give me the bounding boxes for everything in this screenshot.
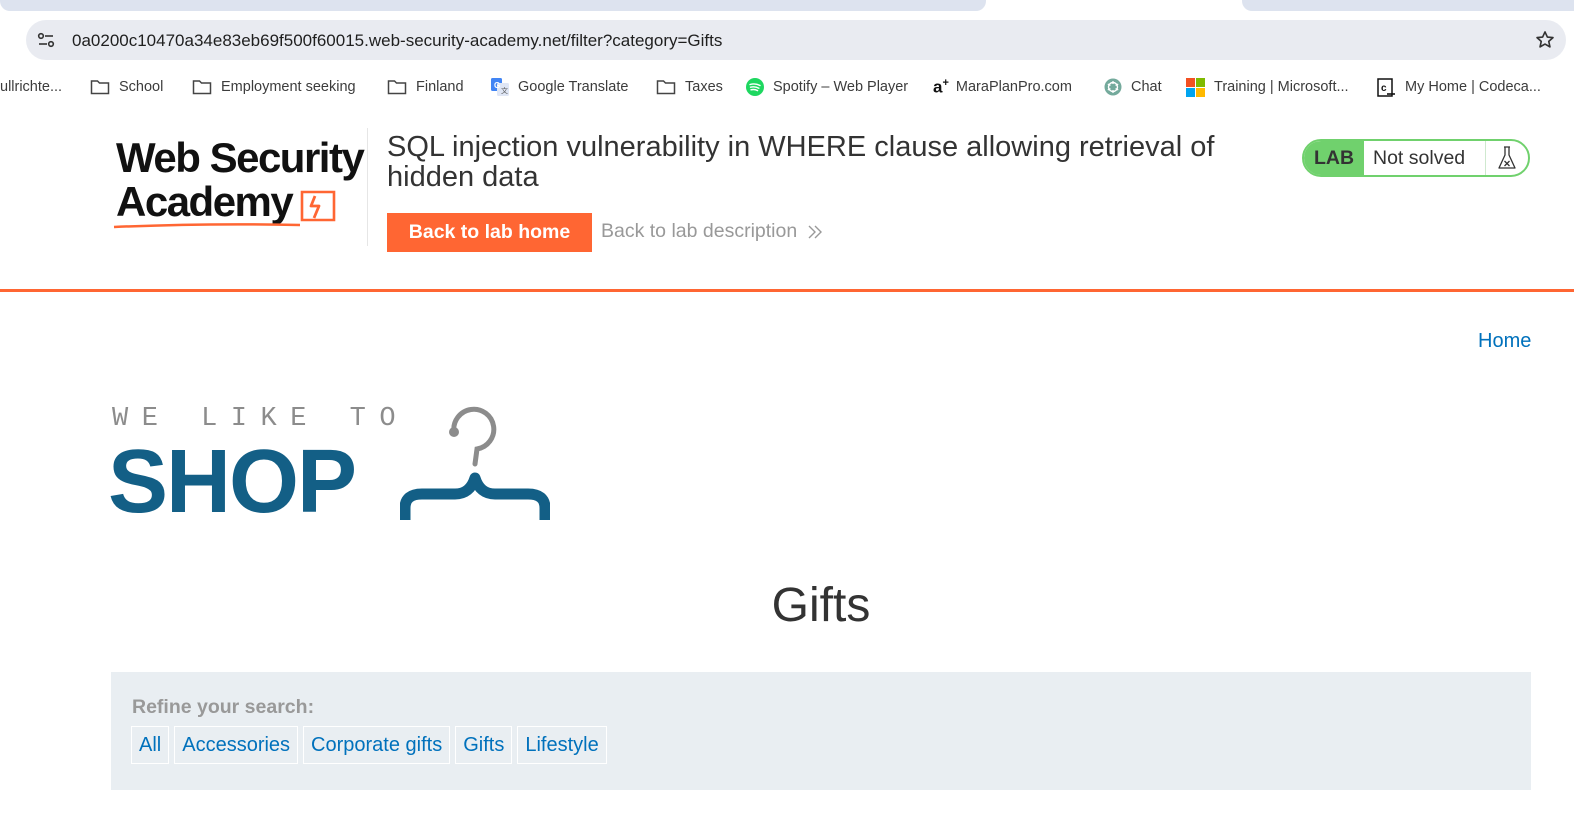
category-filter-gifts[interactable]: Gifts <box>455 726 513 764</box>
category-filter-lifestyle[interactable]: Lifestyle <box>517 726 607 764</box>
logo-lightning-mark-icon <box>300 190 336 222</box>
microsoft-icon <box>1186 77 1205 97</box>
back-to-lab-description-link[interactable]: Back to lab description <box>601 220 823 243</box>
svg-text:G: G <box>494 81 500 90</box>
logo-tagline: WE LIKE TO <box>112 404 410 434</box>
bookmark-label: School <box>119 79 164 95</box>
aplus-icon: a+ <box>933 76 949 97</box>
lab-header: Web Security Academy SQL injection vulne… <box>0 112 1574 292</box>
bookmark-maraplanpro[interactable]: a+ MaraPlanPro.com <box>933 72 1072 102</box>
site-settings-icon[interactable] <box>36 30 56 50</box>
bookmark-label: MaraPlanPro.com <box>955 79 1072 95</box>
bookmark-item[interactable]: ullrichte... <box>0 72 62 102</box>
google-translate-icon: G 文 <box>491 78 509 96</box>
double-chevron-right-icon <box>808 225 823 238</box>
flask-icon-container <box>1486 141 1528 175</box>
spotify-icon <box>746 78 764 96</box>
bookmark-label: Training | Microsoft... <box>1214 79 1349 95</box>
category-filters: All Accessories Corporate gifts Gifts Li… <box>131 726 612 764</box>
folder-icon <box>90 80 110 95</box>
category-filter-corporate-gifts[interactable]: Corporate gifts <box>303 726 451 764</box>
bookmark-folder-employment[interactable]: Employment seeking <box>192 72 356 102</box>
logo-line-1: Web Security <box>116 134 365 181</box>
bookmark-label: ullrichte... <box>0 79 63 95</box>
filter-panel: Refine your search: All Accessories Corp… <box>111 672 1531 790</box>
bookmark-folder-taxes[interactable]: Taxes <box>656 72 723 102</box>
bookmark-label: Chat <box>1131 79 1162 95</box>
logo-word: SHOP <box>108 432 357 532</box>
page-title: Gifts <box>771 579 871 632</box>
bookmark-google-translate[interactable]: G 文 Google Translate <box>491 72 628 102</box>
header-divider <box>367 128 368 246</box>
bookmark-microsoft-training[interactable]: Training | Microsoft... <box>1186 72 1349 102</box>
flask-icon <box>1498 146 1516 169</box>
bookmark-codecademy[interactable]: c My Home | Codeca... <box>1377 72 1541 102</box>
lab-status-widget: LAB Not solved <box>1302 139 1530 177</box>
category-filter-all[interactable]: All <box>131 726 170 764</box>
category-filter-accessories[interactable]: Accessories <box>174 726 299 764</box>
lab-title: SQL injection vulnerability in WHERE cla… <box>387 131 1215 193</box>
lab-badge: LAB <box>1304 141 1364 175</box>
bookmark-star-icon[interactable] <box>1534 29 1556 51</box>
bookmark-label: Google Translate <box>518 79 629 95</box>
svg-text:文: 文 <box>501 86 508 95</box>
web-security-academy-logo[interactable]: Web Security Academy <box>112 134 365 234</box>
bookmarks-bar: ullrichte... School Employment seeking F… <box>0 72 1574 102</box>
back-to-lab-description-label: Back to lab description <box>601 220 798 242</box>
bookmark-folder-finland[interactable]: Finland <box>387 72 464 102</box>
folder-icon <box>387 80 407 95</box>
bookmark-chat[interactable]: Chat <box>1104 72 1162 102</box>
bookmark-folder-school[interactable]: School <box>90 72 163 102</box>
browser-tab[interactable] <box>1242 0 1574 11</box>
bookmark-spotify[interactable]: Spotify – Web Player <box>746 72 908 102</box>
we-like-to-shop-logo[interactable]: WE LIKE TO SHOP <box>108 402 558 532</box>
lab-status-text: Not solved <box>1364 141 1486 175</box>
logo-line-2: Academy <box>116 178 294 225</box>
bookmark-label: Employment seeking <box>221 79 356 95</box>
back-to-lab-home-button[interactable]: Back to lab home <box>387 213 592 252</box>
chatgpt-icon <box>1104 78 1122 96</box>
bookmark-label: Spotify – Web Player <box>773 79 909 95</box>
tab-strip <box>0 0 1574 14</box>
svg-text:c: c <box>1381 83 1387 94</box>
clothes-hanger-icon <box>400 406 550 520</box>
address-bar[interactable]: 0a0200c10470a34e83eb69f500f60015.web-sec… <box>26 20 1566 60</box>
folder-icon <box>192 80 212 95</box>
bookmark-label: My Home | Codeca... <box>1405 79 1541 95</box>
logo-underline <box>113 223 301 229</box>
codecademy-icon: c <box>1377 77 1395 97</box>
url-text[interactable]: 0a0200c10470a34e83eb69f500f60015.web-sec… <box>72 31 722 51</box>
folder-icon <box>656 80 676 95</box>
bookmark-label: Finland <box>416 79 464 95</box>
bookmark-label: Taxes <box>685 79 723 95</box>
browser-tab[interactable] <box>0 0 986 11</box>
refine-search-label: Refine your search: <box>132 696 315 718</box>
home-link[interactable]: Home <box>1478 330 1531 353</box>
